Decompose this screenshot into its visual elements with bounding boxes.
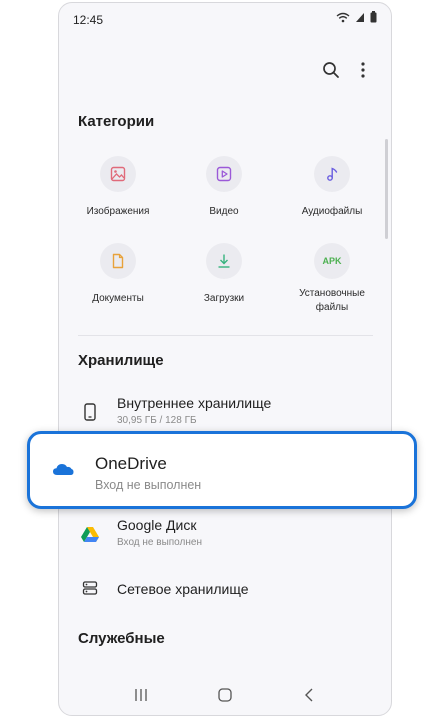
recents-icon[interactable]: [126, 680, 156, 710]
categories-title: Категории: [78, 113, 155, 130]
storage-row-title: Внутреннее хранилище: [117, 395, 272, 411]
category-label: Установочные файлы: [299, 288, 365, 313]
more-vert-icon[interactable]: [352, 59, 374, 81]
storage-row-subtitle: Вход не выполнен: [117, 537, 202, 548]
category-label: Видео: [209, 206, 239, 217]
wifi-icon: [336, 12, 350, 22]
category-audio[interactable]: Аудиофайлы: [282, 156, 382, 219]
onedrive-row[interactable]: OneDrive Вход не выполнен: [27, 431, 417, 509]
apk-icon: APK: [314, 243, 350, 279]
signal-icon: [356, 12, 364, 22]
download-icon: [206, 243, 242, 279]
category-video[interactable]: Видео: [174, 156, 274, 219]
scrollbar[interactable]: [385, 139, 388, 239]
category-label: Загрузки: [203, 293, 245, 304]
category-images[interactable]: Изображения: [68, 156, 168, 219]
status-icons: [336, 11, 377, 23]
divider: [78, 335, 373, 336]
category-installation-files[interactable]: APK Установочные файлы: [282, 243, 382, 315]
category-label: Изображения: [86, 206, 150, 217]
storage-row-subtitle: 30,95 ГБ / 128 ГБ: [117, 415, 197, 426]
status-time: 12:45: [73, 13, 104, 27]
category-documents[interactable]: Документы: [68, 243, 168, 306]
category-label: Документы: [92, 293, 144, 304]
storage-row-title: Google Диск: [117, 517, 197, 533]
onedrive-cloud-icon: [52, 462, 74, 481]
audio-icon: [314, 156, 350, 192]
category-downloads[interactable]: Загрузки: [174, 243, 274, 306]
onedrive-subtitle: Вход не выполнен: [95, 478, 202, 492]
battery-icon: [370, 11, 377, 23]
image-icon: [100, 156, 136, 192]
document-icon: [100, 243, 136, 279]
navigation-bar: [59, 675, 391, 715]
video-icon: [206, 156, 242, 192]
apk-icon-text: APK: [322, 256, 342, 266]
google-drive-row[interactable]: Google Диск Вход не выполнен: [59, 509, 391, 561]
storage-row-title: Сетевое хранилище: [117, 581, 249, 597]
home-icon[interactable]: [210, 680, 240, 710]
status-bar: 12:45: [59, 3, 391, 33]
utilities-title: Служебные: [78, 630, 165, 647]
google-drive-icon: [79, 523, 101, 545]
storage-title: Хранилище: [78, 352, 164, 369]
network-storage-row[interactable]: Сетевое хранилище: [59, 563, 391, 615]
category-label: Аудиофайлы: [301, 206, 363, 217]
back-icon[interactable]: [294, 680, 324, 710]
onedrive-title: OneDrive: [95, 454, 167, 473]
search-icon[interactable]: [320, 59, 342, 81]
phone-icon: [79, 401, 101, 423]
phone-frame: 12:45 Категории Изображения Видео Аудиоф…: [58, 2, 392, 716]
server-icon: [79, 577, 101, 599]
